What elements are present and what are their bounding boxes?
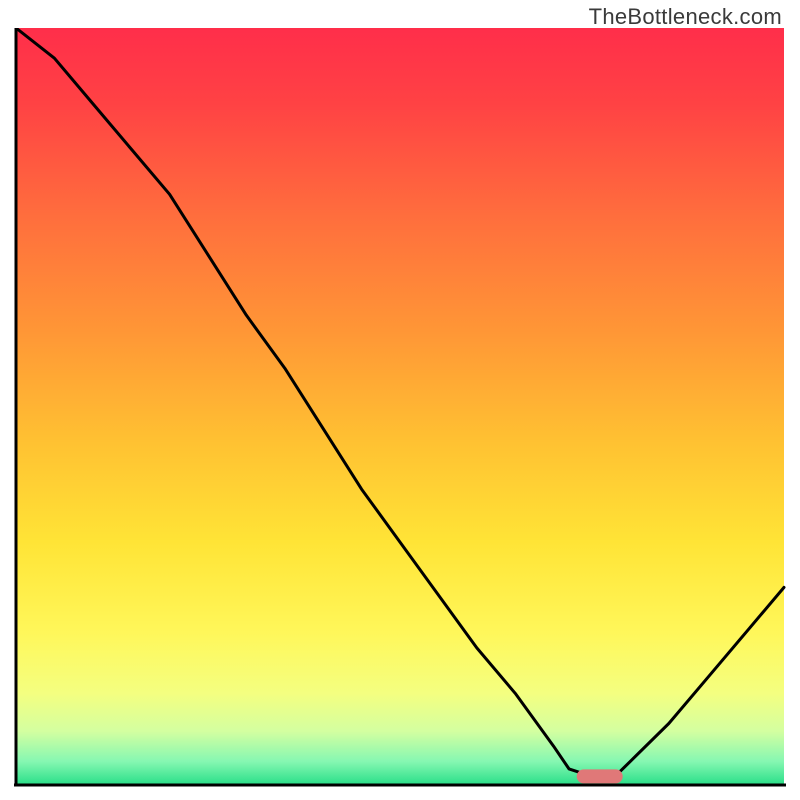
chart-svg [14,28,786,788]
curve-line [16,28,784,776]
chart-container [14,28,786,788]
axes [14,28,786,786]
optimal-marker [577,769,623,783]
watermark-text: TheBottleneck.com [589,4,782,30]
